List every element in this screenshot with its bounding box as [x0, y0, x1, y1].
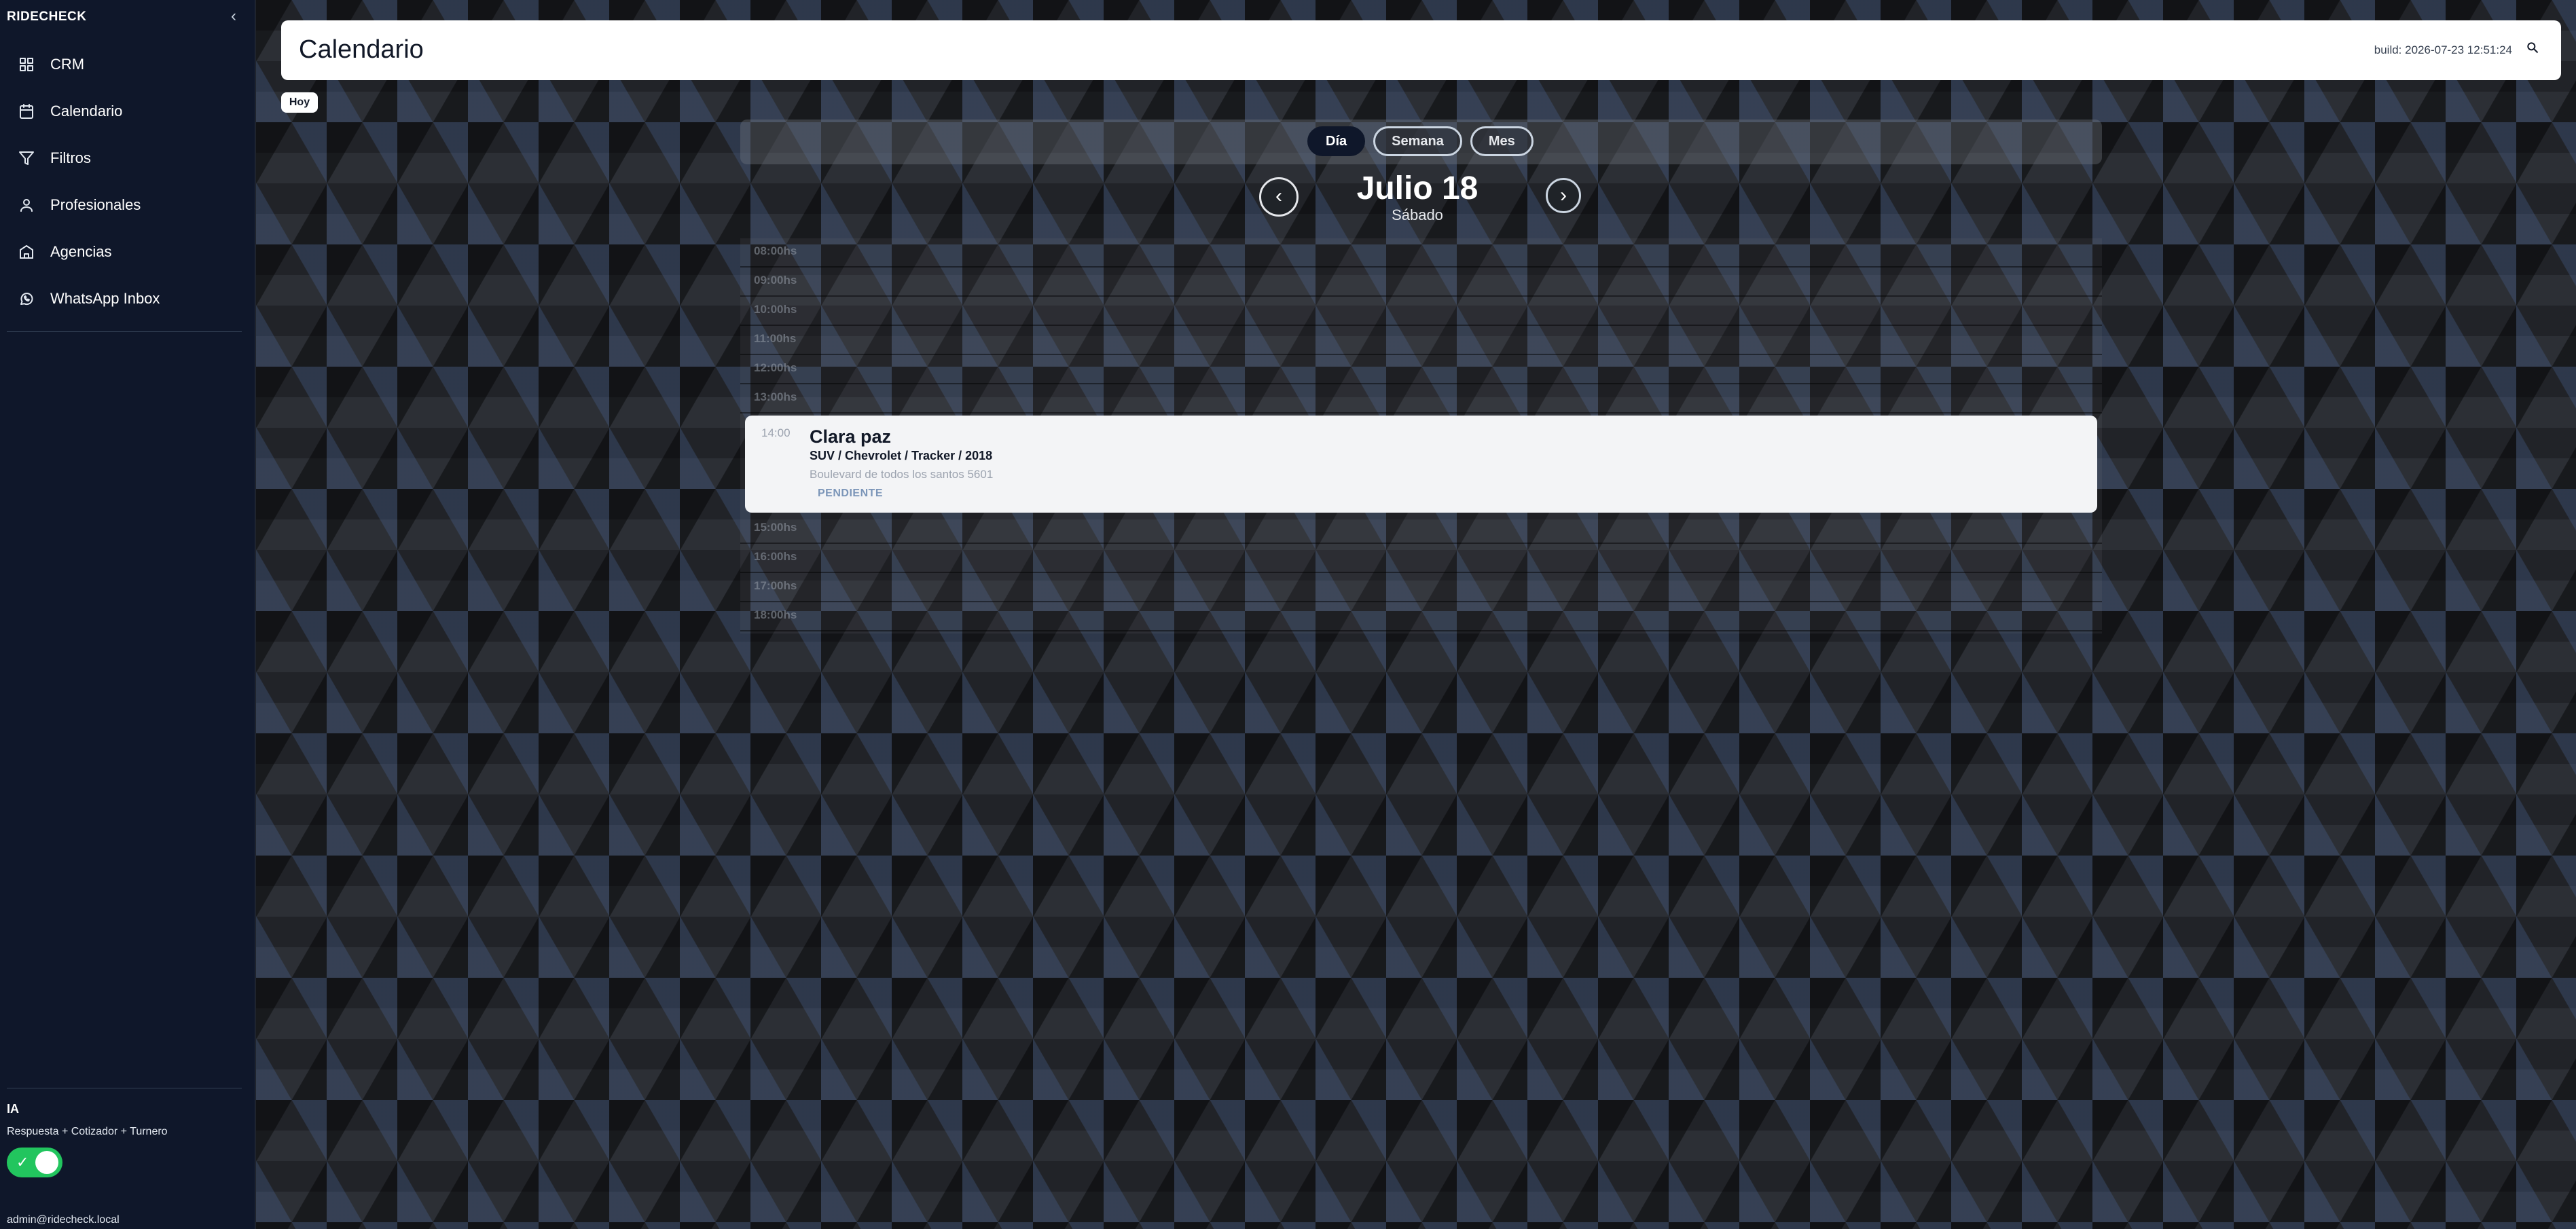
- page-title: Calendario: [299, 35, 424, 64]
- user-email: admin@ridecheck.local: [7, 1214, 120, 1226]
- time-slot[interactable]: 11:00hs: [740, 326, 2102, 355]
- sidebar-item-label: Profesionales: [50, 196, 141, 213]
- search-icon: [2527, 42, 2539, 54]
- view-tabs: Día Semana Mes: [1307, 126, 1534, 156]
- slot-time: 18:00hs: [754, 608, 797, 621]
- building-icon: [18, 243, 35, 261]
- slot-time: 12:00hs: [754, 361, 797, 374]
- page-header: Calendario build: 2026-07-23 12:51:24: [281, 20, 2561, 80]
- tab-dia[interactable]: Día: [1307, 126, 1366, 156]
- filter-icon: [18, 149, 35, 167]
- today-button[interactable]: Hoy: [281, 92, 318, 113]
- ia-title: IA: [7, 1102, 19, 1116]
- slot-time: 15:00hs: [754, 521, 797, 534]
- whatsapp-icon: [18, 290, 35, 308]
- time-slot[interactable]: 09:00hs: [740, 268, 2102, 297]
- user-icon: [18, 196, 35, 214]
- slot-time: 16:00hs: [754, 550, 797, 563]
- time-slot[interactable]: 12:00hs: [740, 355, 2102, 384]
- chevron-left-icon: ‹: [231, 7, 236, 25]
- sidebar-item-profesionales[interactable]: Profesionales: [0, 181, 255, 228]
- sidebar-item-crm[interactable]: CRM: [0, 41, 255, 88]
- sidebar-nav: CRM Calendario Filtros Profesionales Age…: [0, 41, 255, 322]
- time-slot[interactable]: 10:00hs: [740, 297, 2102, 326]
- next-day-button[interactable]: ›: [1546, 178, 1581, 213]
- appointment-time: 14:00: [761, 426, 791, 439]
- sidebar-item-filtros[interactable]: Filtros: [0, 134, 255, 181]
- slot-time: 08:00hs: [754, 244, 797, 257]
- sidebar-item-label: Agencias: [50, 242, 112, 260]
- time-slot[interactable]: 08:00hs: [740, 238, 2102, 268]
- search-button[interactable]: [2526, 41, 2543, 58]
- appointment-address: Boulevard de todos los santos 5601: [810, 468, 994, 481]
- slot-time: 10:00hs: [754, 303, 797, 316]
- time-slot[interactable]: 16:00hs: [740, 544, 2102, 573]
- brand-logo: RIDECHECK: [7, 10, 87, 24]
- date-subtitle: Sábado: [1392, 206, 1443, 223]
- sidebar-item-label: CRM: [50, 55, 85, 73]
- build-info: build: 2026-07-23 12:51:24: [2374, 43, 2512, 56]
- calendar-icon: [18, 103, 35, 120]
- date-title: Julio 18: [1356, 170, 1479, 206]
- sidebar-divider: [7, 331, 242, 332]
- sidebar-item-agencias[interactable]: Agencias: [0, 228, 255, 275]
- main-content: Calendario build: 2026-07-23 12:51:24 Ho…: [256, 0, 2576, 1229]
- sidebar-item-label: WhatsApp Inbox: [50, 289, 160, 307]
- sidebar-item-label: Filtros: [50, 149, 91, 166]
- sidebar: RIDECHECK ‹ CRM Calendario Filtros Profe…: [0, 0, 255, 1229]
- status-badge: PENDIENTE: [818, 488, 884, 499]
- time-slot[interactable]: 18:00hs: [740, 602, 2102, 631]
- vehicle-info: SUV / Chevrolet / Tracker / 2018: [810, 449, 993, 462]
- client-name: Clara paz: [810, 426, 892, 447]
- sidebar-item-whatsapp-inbox[interactable]: WhatsApp Inbox: [0, 275, 255, 322]
- slot-time: 13:00hs: [754, 390, 797, 403]
- collapse-sidebar-button[interactable]: ‹: [225, 7, 242, 26]
- tab-semana[interactable]: Semana: [1373, 126, 1462, 156]
- time-slot[interactable]: 17:00hs: [740, 573, 2102, 602]
- ia-subtitle: Respuesta + Cotizador + Turnero: [7, 1126, 168, 1137]
- grid-icon: [18, 56, 35, 73]
- tab-mes[interactable]: Mes: [1470, 126, 1534, 156]
- appointment-card[interactable]: 14:00 Clara paz SUV / Chevrolet / Tracke…: [745, 416, 2097, 513]
- slot-time: 17:00hs: [754, 579, 797, 592]
- time-slot[interactable]: 13:00hs: [740, 384, 2102, 414]
- check-icon: ✓: [16, 1154, 29, 1171]
- sidebar-item-calendario[interactable]: Calendario: [0, 88, 255, 134]
- sidebar-item-label: Calendario: [50, 102, 123, 120]
- slot-time: 09:00hs: [754, 274, 797, 287]
- toggle-knob: [35, 1151, 58, 1174]
- ia-toggle[interactable]: ✓: [7, 1148, 62, 1177]
- slot-time: 11:00hs: [754, 332, 797, 345]
- time-slot[interactable]: 15:00hs: [740, 515, 2102, 544]
- previous-day-button[interactable]: ‹: [1259, 177, 1299, 217]
